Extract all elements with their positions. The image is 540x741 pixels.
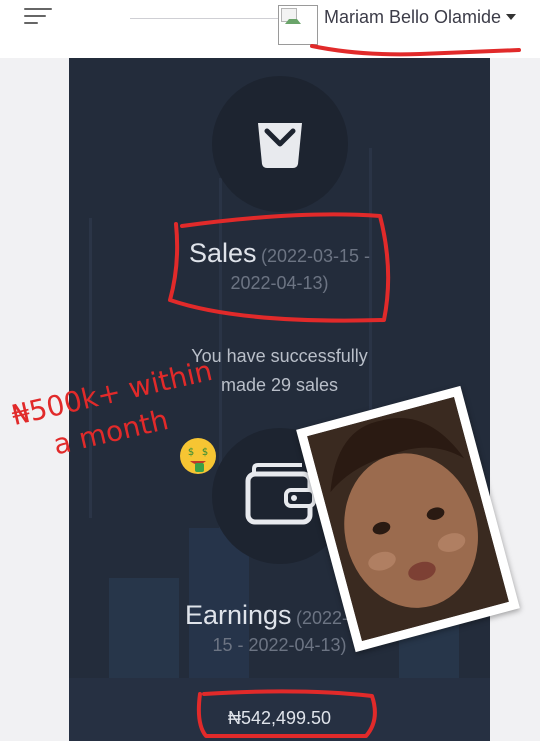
user-name: Mariam Bello Olamide bbox=[324, 6, 502, 27]
sales-range-end: 2022-04-13) bbox=[230, 273, 329, 293]
sales-range-start: (2022-03-15 - bbox=[260, 246, 371, 266]
sales-title-block: Sales (2022-03-15 - 2022-04-13) bbox=[69, 238, 490, 294]
top-bar: Mariam Bello Olamide bbox=[0, 0, 540, 58]
sales-description-line1: You have successfully bbox=[191, 346, 368, 366]
earnings-title: Earnings bbox=[184, 600, 292, 630]
svg-text:$: $ bbox=[188, 447, 194, 458]
svg-text:$: $ bbox=[202, 447, 208, 458]
header-divider bbox=[130, 18, 278, 19]
sales-icon-circle bbox=[212, 76, 348, 212]
broken-image-icon bbox=[281, 8, 301, 24]
earnings-amount: ₦542,499.50 bbox=[227, 708, 332, 728]
caret-down-icon bbox=[506, 14, 517, 20]
avatar[interactable] bbox=[278, 5, 318, 45]
user-menu-dropdown[interactable]: Mariam Bello Olamide bbox=[324, 5, 517, 29]
money-mouth-face-icon: $ $ bbox=[180, 438, 216, 474]
shopping-bag-icon bbox=[258, 123, 302, 168]
right-margin bbox=[490, 58, 540, 741]
hamburger-menu-icon[interactable] bbox=[24, 8, 52, 30]
sales-title: Sales bbox=[188, 238, 257, 268]
earnings-range-end: 15 - 2022-04-13) bbox=[212, 635, 347, 655]
